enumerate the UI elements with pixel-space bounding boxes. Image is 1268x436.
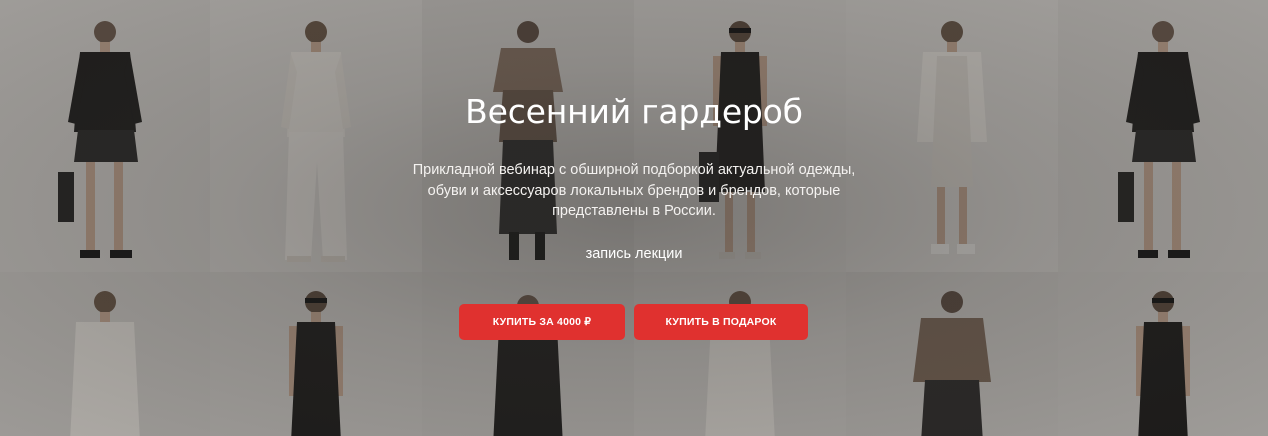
hero-banner: Весенний гардероб Прикладной вебинар с о… — [0, 0, 1268, 436]
buy-as-gift-button[interactable]: КУПИТЬ В ПОДАРОК — [634, 304, 808, 340]
buy-button[interactable]: КУПИТЬ ЗА 4000 ₽ — [459, 304, 625, 340]
course-description: Прикладной вебинар с обширной подборкой … — [412, 162, 856, 219]
page-title: Весенний гардероб — [465, 92, 803, 131]
lecture-type-label: запись лекции — [585, 246, 683, 262]
hero-content: Весенний гардероб Прикладной вебинар с о… — [0, 0, 1268, 436]
